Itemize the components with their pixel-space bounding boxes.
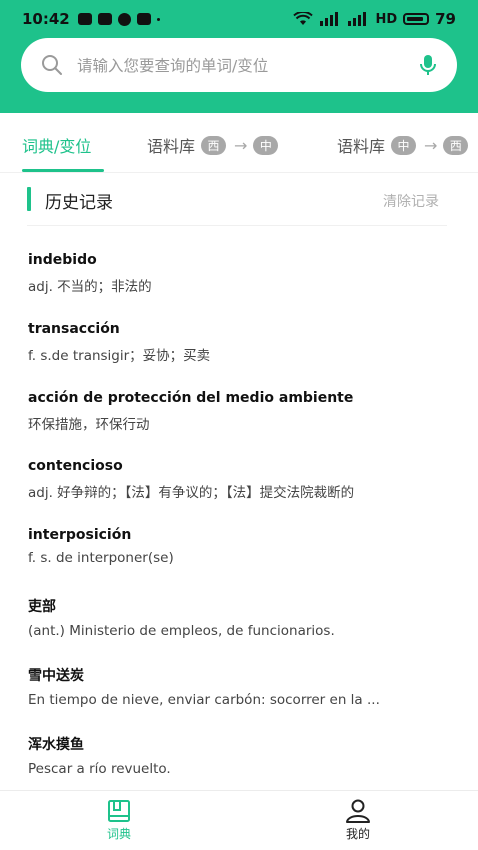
tab-corpus-es-zh[interactable]: 语料库 西 → 中 bbox=[147, 133, 279, 157]
tab-bar: 词典/变位 语料库 西 → 中 语料库 中 → 西 bbox=[0, 113, 478, 173]
section-marker bbox=[27, 187, 31, 211]
history-word: acción de protección del medio ambiente bbox=[28, 389, 354, 406]
arrow-right-icon: → bbox=[424, 135, 438, 155]
history-definition: (ant.) Ministerio de empleos, de funcion… bbox=[28, 622, 335, 639]
history-title: 历史记录 bbox=[45, 193, 113, 213]
history-definition: f. s.de transigir；妥协；买卖 bbox=[28, 347, 211, 364]
tab-dictionary-label: 词典/变位 bbox=[22, 137, 92, 156]
history-definition: f. s. de interponer(se) bbox=[28, 550, 174, 567]
history-word: transacción bbox=[28, 320, 120, 337]
chat-notification-icon bbox=[77, 13, 92, 25]
tab-corpus-label: 语料库 bbox=[337, 137, 386, 156]
clear-history-button[interactable]: 清除记录 bbox=[383, 191, 439, 211]
history-item[interactable]: acción de protección del medio ambiente … bbox=[28, 390, 448, 459]
status-time: 10:42 bbox=[22, 10, 70, 28]
signal-icon-2 bbox=[348, 12, 367, 26]
history-item[interactable]: contencioso adj. 好争辩的；【法】有争议的；【法】提交法院裁断的 bbox=[28, 458, 448, 527]
status-right: HD 79 bbox=[293, 10, 456, 28]
tab-corpus-zh-es[interactable]: 语料库 中 → 西 bbox=[337, 133, 469, 157]
header: 10:42 HD 79 请输入您要查询的单词/变位 bbox=[0, 0, 478, 113]
history-definition: adj. 不当的；非法的 bbox=[28, 279, 152, 295]
language-from-badge: 西 bbox=[201, 135, 227, 155]
history-word: 雪中送炭 bbox=[28, 667, 84, 684]
history-header: 历史记录 清除记录 bbox=[27, 187, 447, 226]
notification-icons bbox=[77, 12, 160, 26]
history-word: interposición bbox=[28, 527, 132, 544]
history-list: indebido adj. 不当的；非法的 transacción f. s.d… bbox=[28, 252, 448, 802]
history-item[interactable]: 雪中送炭 En tiempo de nieve, enviar carbón: … bbox=[28, 665, 448, 734]
user-icon bbox=[346, 799, 370, 823]
search-icon bbox=[42, 55, 62, 75]
nav-profile[interactable]: 我的 bbox=[328, 799, 388, 842]
language-from-badge: 中 bbox=[391, 135, 417, 155]
history-definition: 环保措施，环保行动 bbox=[28, 416, 150, 433]
language-to-badge: 西 bbox=[443, 135, 469, 155]
history-item[interactable]: interposición f. s. de interponer(se) bbox=[28, 527, 448, 596]
wifi-icon bbox=[293, 12, 314, 25]
nav-profile-label: 我的 bbox=[345, 827, 370, 841]
history-item[interactable]: transacción f. s.de transigir；妥协；买卖 bbox=[28, 321, 448, 390]
nav-dictionary-label: 词典 bbox=[106, 827, 131, 841]
history-item[interactable]: indebido adj. 不当的；非法的 bbox=[28, 252, 448, 321]
network-type: HD bbox=[375, 11, 398, 27]
status-bar: 10:42 HD 79 bbox=[0, 0, 478, 38]
tab-corpus-label: 语料库 bbox=[147, 137, 196, 156]
battery-level: 79 bbox=[435, 10, 456, 28]
check-notification-icon bbox=[117, 12, 131, 26]
search-bar[interactable]: 请输入您要查询的单词/变位 bbox=[21, 38, 457, 92]
mail-notification-icon bbox=[97, 13, 112, 25]
microphone-icon[interactable] bbox=[419, 54, 437, 76]
history-word: 浑水摸鱼 bbox=[28, 736, 84, 753]
history-word: 吏部 bbox=[28, 598, 56, 615]
arrow-right-icon: → bbox=[234, 135, 248, 155]
dictionary-icon bbox=[108, 800, 130, 822]
more-notifications-dot bbox=[156, 17, 160, 21]
signal-icon bbox=[320, 12, 339, 26]
nav-dictionary[interactable]: 词典 bbox=[89, 799, 149, 842]
history-definition: adj. 好争辩的；【法】有争议的；【法】提交法院裁断的 bbox=[28, 485, 355, 502]
battery-icon bbox=[403, 13, 430, 25]
language-to-badge: 中 bbox=[253, 135, 279, 155]
history-definition: En tiempo de nieve, enviar carbón: socor… bbox=[28, 691, 380, 708]
tab-dictionary[interactable]: 词典/变位 bbox=[22, 133, 91, 157]
history-word: contencioso bbox=[28, 458, 123, 475]
history-word: indebido bbox=[28, 252, 97, 268]
history-definition: Pescar a río revuelto. bbox=[28, 760, 171, 777]
search-input[interactable]: 请输入您要查询的单词/变位 bbox=[77, 54, 419, 76]
telegram-notification-icon bbox=[136, 13, 151, 25]
history-item[interactable]: 吏部 (ant.) Ministerio de empleos, de func… bbox=[28, 596, 448, 665]
active-tab-indicator bbox=[22, 169, 104, 172]
bottom-navigation: 词典 我的 bbox=[0, 790, 478, 850]
